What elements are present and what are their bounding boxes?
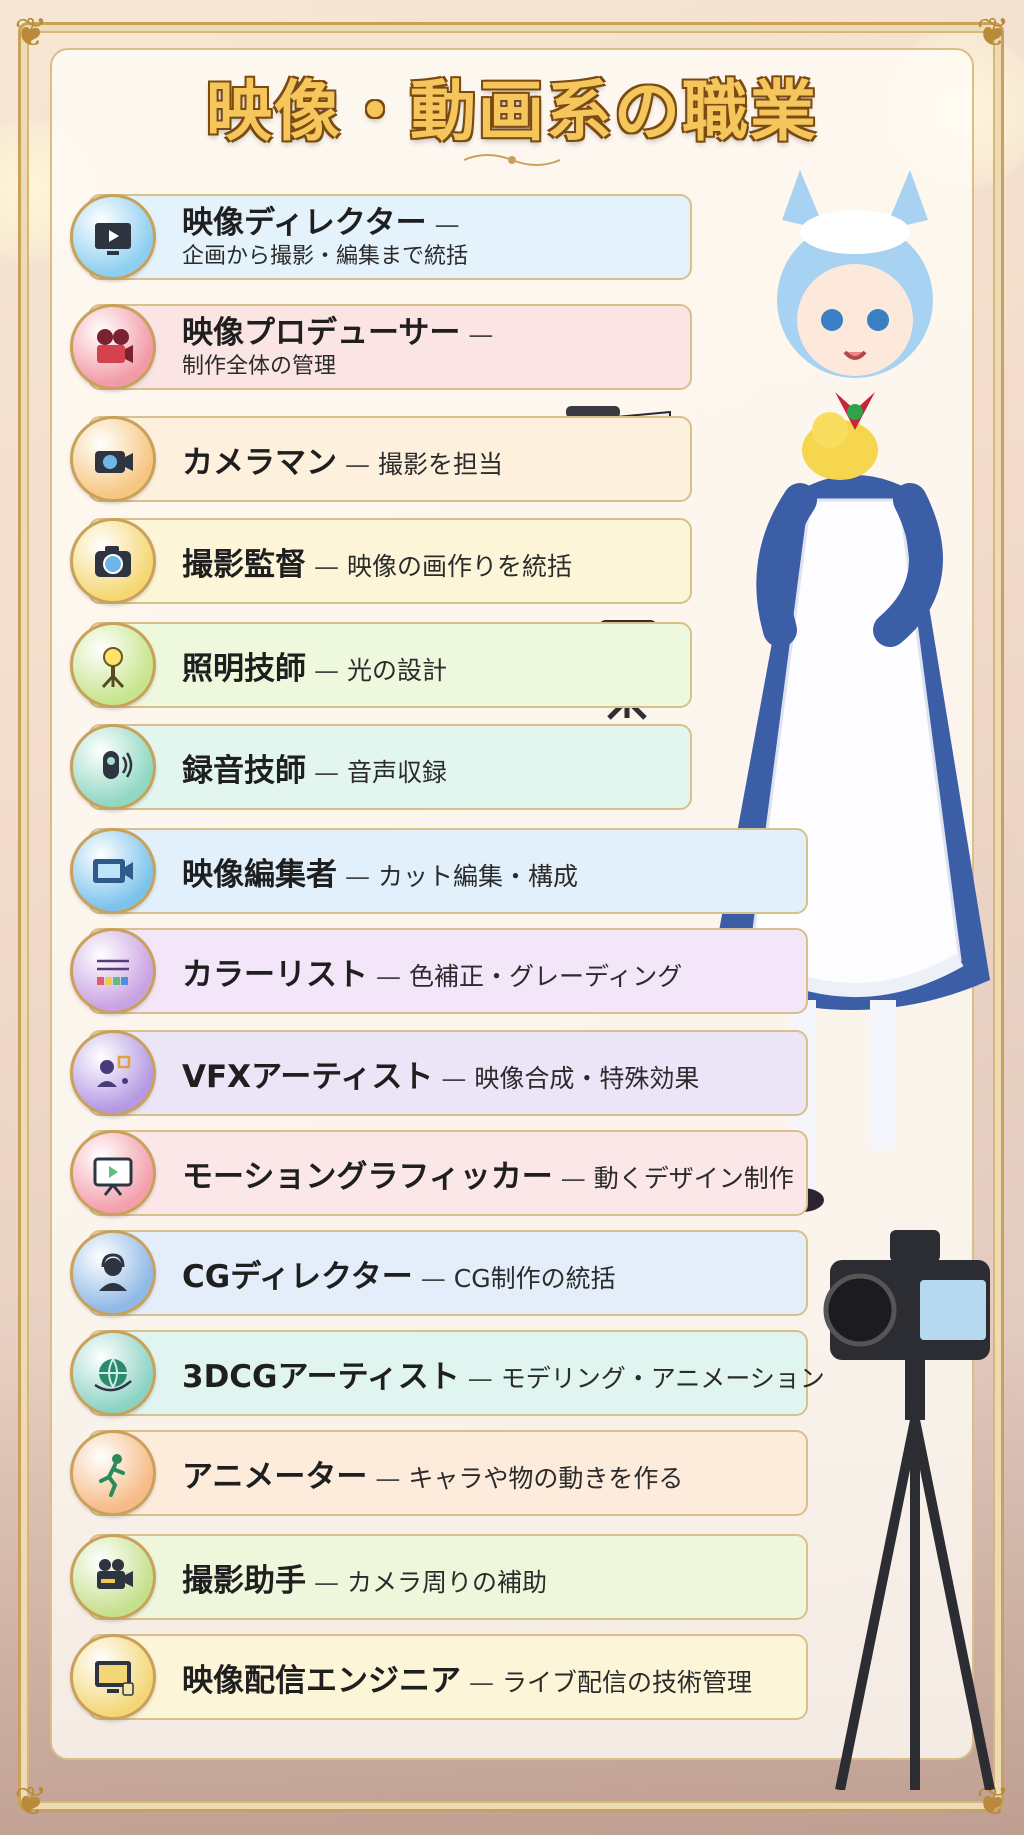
job-name: CGディレクター — [182, 1258, 413, 1295]
tv-play-icon — [70, 194, 156, 280]
separator-dash: — — [314, 551, 339, 581]
film-camera-icon — [70, 304, 156, 390]
job-description: ライブ配信の技術管理 — [502, 1667, 753, 1697]
job-name: 3DCGアーティスト — [182, 1358, 460, 1395]
job-description: 動くデザイン制作 — [593, 1163, 794, 1193]
running-figure-icon — [70, 1430, 156, 1516]
job-label: アニメーター — キャラや物の動きを作る — [182, 1451, 683, 1496]
job-label: 映像ディレクター — 企画から撮影・編集まで統括 — [182, 203, 468, 272]
job-description: 企画から撮影・編集まで統括 — [182, 243, 469, 269]
job-description: CG制作の統括 — [453, 1263, 616, 1293]
headset-person-icon — [70, 1230, 156, 1316]
video-camera-icon — [70, 416, 156, 502]
job-label: モーショングラフィッカー — 動くデザイン制作 — [182, 1151, 794, 1196]
job-label: 撮影助手 — カメラ周りの補助 — [182, 1555, 547, 1600]
separator-dash: — — [441, 1063, 467, 1093]
job-label: 録音技師 — 音声収録 — [182, 745, 447, 790]
job-label: CGディレクター — CG制作の統括 — [182, 1251, 616, 1296]
job-name: 映像ディレクター — [182, 204, 427, 241]
job-name: 映像編集者 — [182, 856, 337, 893]
job-name: アニメーター — [182, 1458, 368, 1495]
separator-dash: — — [314, 757, 339, 787]
job-label: VFXアーティスト — 映像合成・特殊効果 — [182, 1051, 699, 1096]
job-row: カメラマン — 撮影を担当 — [88, 416, 692, 502]
job-row: 映像編集者 — カット編集・構成 — [88, 828, 808, 914]
job-label: 映像配信エンジニア — ライブ配信の技術管理 — [182, 1655, 752, 1700]
title-ornament — [463, 154, 561, 166]
corner-ornament: ❦ — [976, 10, 1010, 56]
separator-dash: — — [434, 209, 460, 239]
job-description: 音声収録 — [347, 757, 448, 787]
vfx-icon — [70, 1030, 156, 1116]
camera-assist-icon — [70, 1534, 156, 1620]
job-name: 映像プロデューサー — [182, 314, 461, 351]
job-description: 映像の画作りを統括 — [347, 551, 573, 581]
job-description: 映像合成・特殊効果 — [474, 1063, 700, 1093]
job-row: 録音技師 — 音声収録 — [88, 724, 692, 810]
job-row: VFXアーティスト — 映像合成・特殊効果 — [88, 1030, 808, 1116]
separator-dash: — — [345, 449, 370, 479]
job-name: カメラマン — [182, 444, 337, 481]
job-row: 3DCGアーティスト — モデリング・アニメーション — [88, 1330, 825, 1416]
tripod-camera-illustration — [823, 1230, 995, 1790]
job-row: 映像配信エンジニア — ライブ配信の技術管理 — [88, 1634, 808, 1720]
job-name: 照明技師 — [182, 650, 306, 687]
job-row: 映像ディレクター — 企画から撮影・編集まで統括 — [88, 194, 692, 280]
color-grading-icon — [70, 928, 156, 1014]
monitor-icon — [70, 1634, 156, 1720]
job-row: アニメーター — キャラや物の動きを作る — [88, 1430, 808, 1516]
separator-dash: — — [375, 1463, 401, 1493]
page-title: 映像・動画系の職業 — [206, 72, 818, 150]
job-description: キャラや物の動きを作る — [408, 1463, 684, 1493]
job-row: 撮影監督 — 映像の画作りを統括 — [88, 518, 692, 604]
job-label: 撮影監督 — 映像の画作りを統括 — [182, 539, 572, 584]
job-label: カラーリスト — 色補正・グレーディング — [182, 949, 682, 994]
separator-dash: — — [468, 319, 494, 349]
job-name: 映像配信エンジニア — [182, 1662, 461, 1699]
microphone-icon — [70, 724, 156, 810]
job-label: 映像プロデューサー — 制作全体の管理 — [182, 313, 501, 382]
job-description: カメラ周りの補助 — [347, 1567, 548, 1597]
separator-dash: — — [376, 961, 401, 991]
film-icon — [70, 828, 156, 914]
job-name: モーショングラフィッカー — [182, 1158, 553, 1195]
separator-dash: — — [560, 1163, 586, 1193]
job-description: 撮影を担当 — [378, 449, 504, 479]
separator-dash: — — [314, 1567, 339, 1597]
job-row: CGディレクター — CG制作の統括 — [88, 1230, 808, 1316]
job-description: カット編集・構成 — [378, 861, 579, 891]
job-name: カラーリスト — [182, 956, 368, 993]
job-row: 映像プロデューサー — 制作全体の管理 — [88, 304, 692, 390]
corner-ornament: ❦ — [14, 10, 48, 56]
job-name: 撮影監督 — [182, 546, 306, 583]
separator-dash: — — [314, 655, 339, 685]
job-description: 色補正・グレーディング — [409, 961, 683, 991]
job-label: 3DCGアーティスト — モデリング・アニメーション — [182, 1351, 825, 1396]
job-description: 光の設計 — [347, 655, 448, 685]
3d-globe-icon — [70, 1330, 156, 1416]
job-label: カメラマン — 撮影を担当 — [182, 437, 503, 482]
job-label: 映像編集者 — カット編集・構成 — [182, 849, 578, 894]
job-row: 照明技師 — 光の設計 — [88, 622, 692, 708]
separator-dash: — — [469, 1667, 494, 1697]
job-name: 撮影助手 — [182, 1562, 306, 1599]
job-description: 制作全体の管理 — [182, 353, 337, 379]
job-name: 録音技師 — [182, 752, 306, 789]
job-row: モーショングラフィッカー — 動くデザイン制作 — [88, 1130, 808, 1216]
corner-ornament: ❦ — [14, 1779, 48, 1825]
separator-dash: — — [420, 1263, 446, 1293]
separator-dash: — — [467, 1363, 493, 1393]
light-icon — [70, 622, 156, 708]
job-row: 撮影助手 — カメラ周りの補助 — [88, 1534, 808, 1620]
photo-camera-icon — [70, 518, 156, 604]
job-description: モデリング・アニメーション — [500, 1363, 825, 1393]
separator-dash: — — [345, 861, 370, 891]
motion-screen-icon — [70, 1130, 156, 1216]
job-name: VFXアーティスト — [182, 1058, 434, 1095]
job-row: カラーリスト — 色補正・グレーディング — [88, 928, 808, 1014]
job-label: 照明技師 — 光の設計 — [182, 643, 447, 688]
